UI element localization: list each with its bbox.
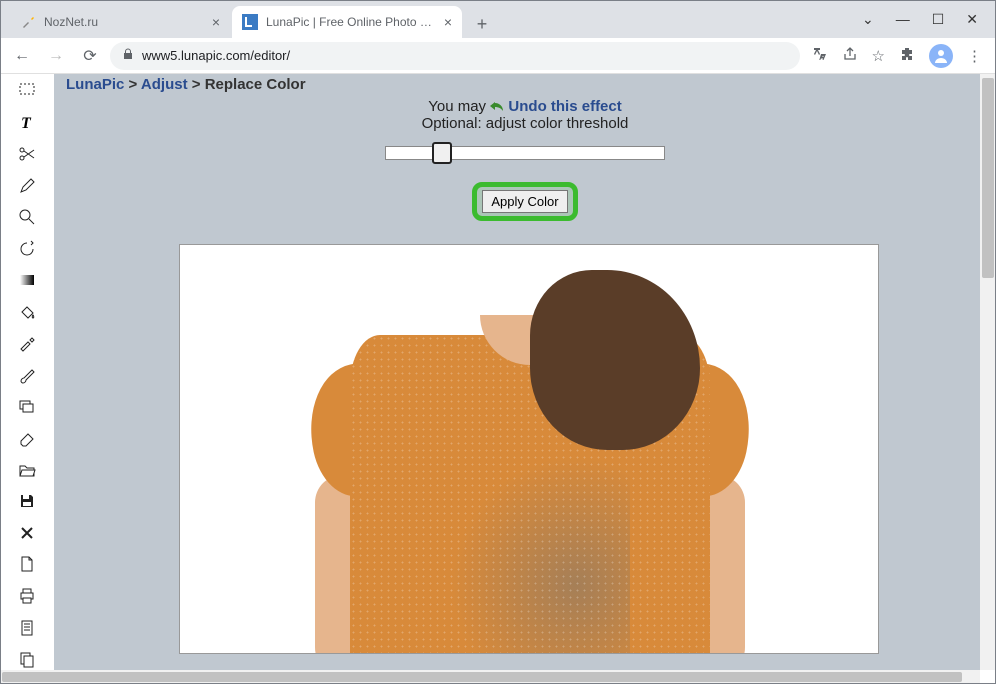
translate-icon[interactable]: [812, 46, 828, 66]
extensions-icon[interactable]: [899, 46, 915, 66]
breadcrumb-mid[interactable]: Adjust: [141, 76, 188, 93]
horizontal-scrollbar[interactable]: [0, 670, 980, 684]
zoom-icon[interactable]: [16, 206, 38, 228]
browser-address-bar: ← → ⟳ www5.lunapic.com/editor/ ☆ ⋮: [0, 38, 996, 74]
tab-title: NozNet.ru: [44, 15, 206, 29]
save-icon[interactable]: [16, 491, 38, 513]
close-icon[interactable]: ×: [212, 14, 220, 30]
wrench-icon: [20, 14, 36, 30]
page-icon[interactable]: [16, 617, 38, 639]
editor-content: LunaPic > Adjust > Replace Color You may…: [54, 74, 996, 670]
optional-text: Optional: adjust color threshold: [422, 115, 629, 132]
copy-icon[interactable]: [16, 648, 38, 670]
folder-open-icon[interactable]: [16, 459, 38, 481]
vertical-scrollbar[interactable]: [980, 74, 996, 670]
eyedropper-icon[interactable]: [16, 333, 38, 355]
tab-noznet[interactable]: NozNet.ru ×: [10, 6, 230, 38]
svg-text:T: T: [21, 115, 32, 131]
browser-tabbar: NozNet.ru × LunaPic | Free Online Photo …: [0, 0, 996, 38]
edited-photo: [180, 245, 878, 653]
delete-icon[interactable]: [16, 522, 38, 544]
scrollbar-thumb[interactable]: [2, 672, 962, 682]
rotate-icon[interactable]: [16, 238, 38, 260]
breadcrumb: LunaPic > Adjust > Replace Color: [66, 76, 306, 93]
toolbar-icons: ☆ ⋮: [806, 44, 988, 68]
apply-highlight: Apply Color: [472, 182, 577, 221]
lock-icon: [122, 48, 134, 63]
share-icon[interactable]: [842, 46, 858, 66]
menu-icon[interactable]: ⋮: [967, 47, 982, 65]
text-tool-icon[interactable]: T: [16, 112, 38, 134]
bucket-icon[interactable]: [16, 301, 38, 323]
new-tab-button[interactable]: +: [468, 10, 496, 38]
brush-icon[interactable]: [16, 364, 38, 386]
select-tool-icon[interactable]: [16, 80, 38, 102]
threshold-slider[interactable]: [385, 146, 665, 160]
breadcrumb-current: Replace Color: [205, 76, 306, 93]
scrollbar-thumb[interactable]: [982, 78, 994, 278]
editor-toolbar: T: [0, 74, 54, 670]
tab-lunapic[interactable]: LunaPic | Free Online Photo Editor ×: [232, 6, 462, 38]
forward-button[interactable]: →: [42, 42, 70, 70]
print-icon[interactable]: [16, 585, 38, 607]
image-canvas[interactable]: [179, 244, 879, 654]
reload-button[interactable]: ⟳: [76, 42, 104, 70]
window-controls: ⌄ — ☐ ✕: [862, 0, 996, 38]
eraser-icon[interactable]: [16, 427, 38, 449]
maximize-button[interactable]: ☐: [932, 11, 945, 28]
tab-title: LunaPic | Free Online Photo Editor: [266, 15, 438, 29]
undo-arrow-icon: [490, 101, 504, 113]
gradient-icon[interactable]: [16, 269, 38, 291]
minimize-button[interactable]: —: [896, 11, 910, 27]
close-icon[interactable]: ×: [444, 14, 452, 30]
scissors-icon[interactable]: [16, 143, 38, 165]
layers-icon[interactable]: [16, 396, 38, 418]
url-input[interactable]: www5.lunapic.com/editor/: [110, 42, 800, 70]
star-icon[interactable]: ☆: [872, 47, 885, 65]
undo-link[interactable]: Undo this effect: [508, 98, 621, 115]
url-text: www5.lunapic.com/editor/: [142, 48, 290, 63]
slider-thumb[interactable]: [432, 142, 452, 164]
apply-color-button[interactable]: Apply Color: [482, 190, 567, 213]
effect-message: You may Undo this effect Optional: adjus…: [54, 98, 996, 132]
pencil-icon[interactable]: [16, 175, 38, 197]
breadcrumb-root[interactable]: LunaPic: [66, 76, 124, 93]
new-page-icon[interactable]: [16, 554, 38, 576]
back-button[interactable]: ←: [8, 42, 36, 70]
chevron-down-icon[interactable]: ⌄: [862, 11, 874, 28]
profile-avatar[interactable]: [929, 44, 953, 68]
lunapic-icon: [242, 14, 258, 30]
close-window-button[interactable]: ✕: [966, 11, 978, 28]
